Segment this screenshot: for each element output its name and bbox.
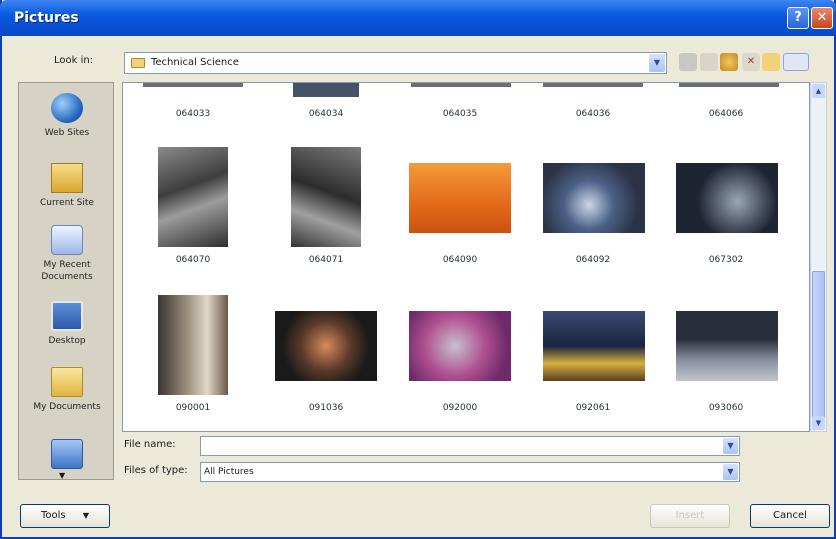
cancel-button[interactable]: Cancel: [750, 504, 830, 528]
recent-documents-icon: [51, 225, 83, 255]
file-caption[interactable]: 092000: [400, 403, 520, 413]
tools-button-label: Tools: [41, 510, 66, 521]
pictures-dialog: Pictures ? ✕ Look in: Technical Science …: [0, 0, 836, 539]
file-list-scrollbar[interactable]: ▲ ▼: [810, 82, 827, 432]
file-caption[interactable]: 064034: [266, 109, 386, 119]
search-web-icon[interactable]: [720, 53, 738, 71]
desktop-icon: [51, 301, 83, 331]
views-icon[interactable]: [783, 53, 809, 71]
file-caption[interactable]: 064090: [400, 255, 520, 265]
scroll-thumb[interactable]: [812, 271, 825, 419]
tools-button[interactable]: Tools ▼: [20, 504, 110, 528]
file-caption[interactable]: 064092: [533, 255, 653, 265]
place-my-documents[interactable]: My Documents: [19, 367, 115, 413]
file-caption[interactable]: 090001: [133, 403, 253, 413]
file-caption[interactable]: 064035: [400, 109, 520, 119]
place-desktop[interactable]: Desktop: [19, 301, 115, 347]
thumbnail-partial[interactable]: [679, 83, 779, 87]
place-label: My Recent Documents: [41, 260, 93, 282]
thumbnail-image[interactable]: [543, 311, 645, 381]
places-bar: Web Sites Current Site My Recent Documen…: [18, 82, 114, 480]
thumbnail-image[interactable]: [409, 163, 511, 233]
look-in-dropdown[interactable]: Technical Science ▼: [124, 52, 667, 74]
delete-icon[interactable]: ✕: [742, 53, 760, 71]
thumbnail-partial[interactable]: [411, 83, 511, 87]
file-name-label: File name:: [124, 439, 176, 450]
file-caption[interactable]: 092061: [533, 403, 653, 413]
thumbnail-image[interactable]: [158, 147, 228, 247]
place-current-site[interactable]: Current Site: [19, 163, 115, 209]
chevron-down-icon[interactable]: ▼: [649, 54, 665, 72]
file-name-input[interactable]: ▼: [200, 436, 740, 456]
file-caption[interactable]: 064070: [133, 255, 253, 265]
place-label: My Documents: [33, 402, 101, 412]
place-recent-documents[interactable]: My Recent Documents: [19, 225, 115, 283]
scroll-up-icon[interactable]: ▲: [812, 84, 825, 98]
thumbnail-image[interactable]: [158, 295, 228, 395]
file-caption[interactable]: 064036: [533, 109, 653, 119]
my-computer-icon: [51, 439, 83, 469]
file-caption[interactable]: 064071: [266, 255, 386, 265]
look-in-label: Look in:: [54, 55, 94, 66]
place-label: Current Site: [40, 198, 94, 208]
up-folder-icon[interactable]: [700, 53, 718, 71]
place-label: Web Sites: [44, 128, 90, 138]
thumbnail-image[interactable]: [676, 163, 778, 233]
current-site-icon: [51, 163, 83, 193]
thumbnail-image[interactable]: [543, 163, 645, 233]
help-button[interactable]: ?: [787, 7, 809, 29]
scroll-down-icon[interactable]: ▼: [812, 416, 825, 430]
thumbnail-partial[interactable]: [543, 83, 643, 87]
insert-button[interactable]: Insert: [650, 504, 730, 528]
files-of-type-label: Files of type:: [124, 465, 188, 476]
file-caption[interactable]: 091036: [266, 403, 386, 413]
file-caption[interactable]: 093060: [666, 403, 786, 413]
title-bar[interactable]: Pictures ? ✕: [0, 0, 836, 36]
chevron-down-icon[interactable]: ▼: [723, 464, 738, 480]
thumbnail-partial[interactable]: [143, 83, 243, 87]
files-of-type-value: All Pictures: [204, 467, 254, 477]
my-documents-icon: [51, 367, 83, 397]
place-my-computer[interactable]: [19, 439, 115, 473]
file-list[interactable]: 064033 064034 064035 064036 064066 06407…: [122, 82, 810, 432]
thumbnail-image[interactable]: [291, 147, 361, 247]
chevron-down-icon[interactable]: ▼: [59, 471, 65, 480]
folder-icon: [131, 58, 145, 68]
place-web-sites[interactable]: Web Sites: [19, 93, 115, 139]
look-in-value: Technical Science: [151, 57, 239, 68]
file-caption[interactable]: 064033: [133, 109, 253, 119]
thumbnail-image[interactable]: [275, 311, 377, 381]
chevron-down-icon[interactable]: ▼: [723, 438, 738, 454]
back-icon[interactable]: [679, 53, 697, 71]
dialog-title: Pictures: [14, 10, 79, 26]
thumbnail-image[interactable]: [676, 311, 778, 381]
new-folder-icon[interactable]: [762, 53, 780, 71]
close-button[interactable]: ✕: [811, 7, 833, 29]
file-caption[interactable]: 064066: [666, 109, 786, 119]
globe-icon: [51, 93, 83, 123]
thumbnail-image[interactable]: [409, 311, 511, 381]
file-caption[interactable]: 067302: [666, 255, 786, 265]
thumbnail-partial[interactable]: [293, 83, 359, 97]
place-label: Desktop: [48, 336, 86, 346]
files-of-type-dropdown[interactable]: All Pictures ▼: [200, 462, 740, 482]
chevron-down-icon: ▼: [82, 511, 89, 520]
